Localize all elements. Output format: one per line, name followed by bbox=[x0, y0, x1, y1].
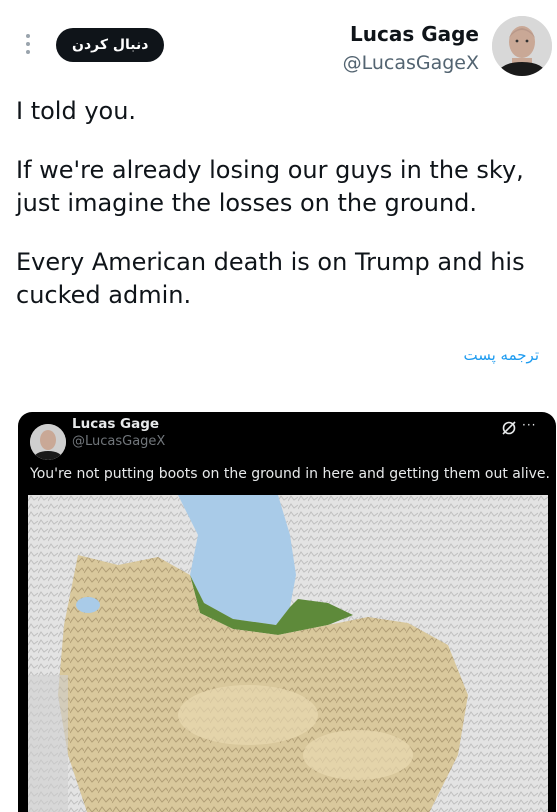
embed-more-icon[interactable]: ··· bbox=[522, 418, 536, 432]
tweet-header: Lucas Gage @LucasGageX دنبال کردن bbox=[0, 0, 557, 90]
vertical-dots-icon[interactable] bbox=[22, 34, 34, 56]
embedded-post[interactable]: Lucas Gage @LucasGageX ··· You're not pu… bbox=[18, 412, 556, 812]
embed-text: You're not putting boots on the ground i… bbox=[30, 466, 550, 482]
tweet-line: If we're already losing our guys in the … bbox=[16, 156, 524, 184]
embed-avatar[interactable] bbox=[30, 424, 66, 460]
tweet-line: just imagine the losses on the ground. bbox=[16, 189, 478, 217]
tweet-line: I told you. bbox=[16, 97, 137, 125]
tweet-paragraph: Every American death is on Trump and his… bbox=[16, 246, 546, 312]
grok-icon[interactable] bbox=[501, 420, 517, 436]
avatar[interactable] bbox=[492, 16, 552, 76]
relief-map-image bbox=[28, 495, 548, 812]
tweet-paragraph: If we're already losing our guys in the … bbox=[16, 154, 546, 220]
tweet-paragraph: I told you. bbox=[16, 95, 546, 128]
tweet-text: I told you. If we're already losing our … bbox=[16, 95, 546, 338]
author-handle[interactable]: @LucasGageX bbox=[343, 52, 479, 74]
author-name[interactable]: Lucas Gage bbox=[350, 22, 479, 46]
embed-author-name[interactable]: Lucas Gage bbox=[72, 416, 159, 432]
follow-button[interactable]: دنبال کردن bbox=[56, 28, 165, 62]
tweet-line: cucked admin. bbox=[16, 281, 192, 309]
embed-author-handle[interactable]: @LucasGageX bbox=[72, 434, 165, 449]
tweet-line: Every American death is on Trump and his bbox=[16, 248, 525, 276]
translate-post-link[interactable]: ترجمه پست bbox=[464, 346, 540, 364]
